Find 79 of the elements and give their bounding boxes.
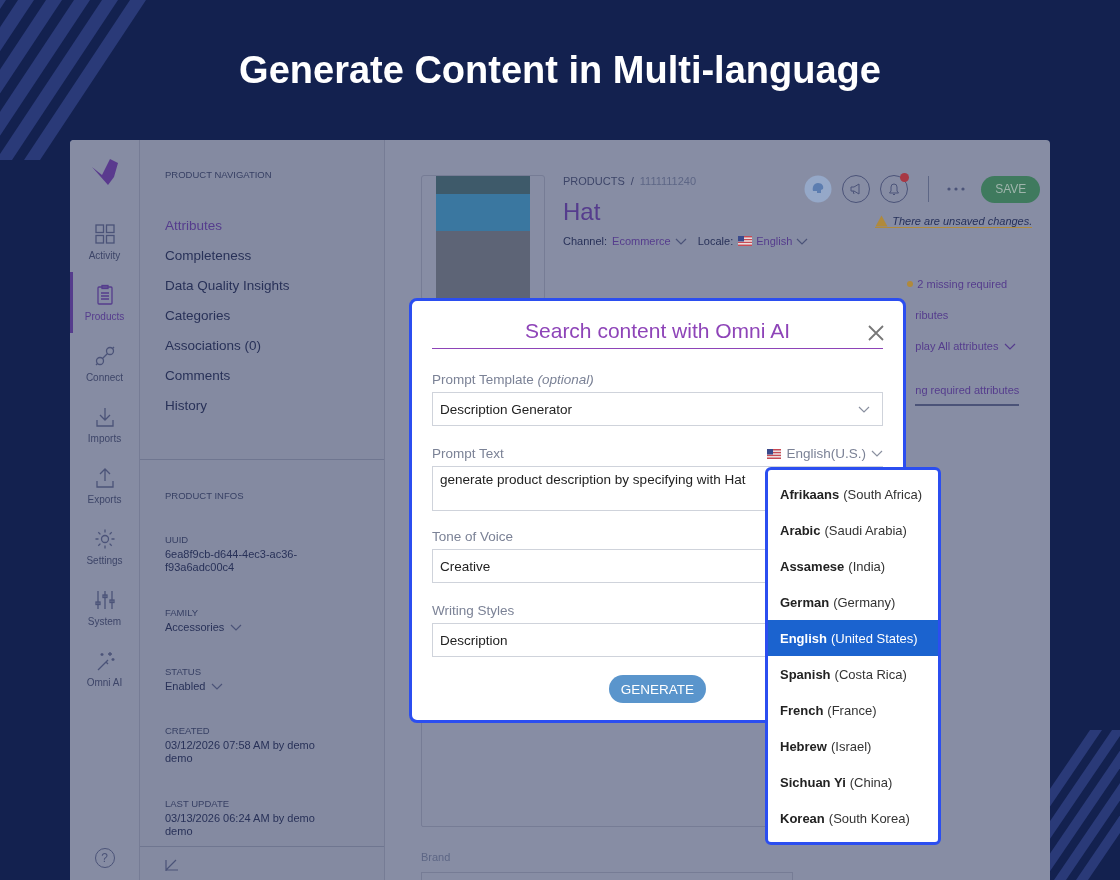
sidebar-item[interactable]: Omni AI [70,638,136,699]
field-label: Locale: [697,235,734,247]
flag-icon [738,236,753,246]
field-label: Tone of Voice [432,529,514,544]
field-label: Prompt Text [432,446,504,461]
sidebar-item[interactable]: Imports [70,394,136,455]
language-option[interactable]: German (Germany) [768,584,938,620]
display-dropdown[interactable]: play All attributes [915,340,1017,352]
megaphone-icon[interactable] [842,175,871,203]
channel-dropdown[interactable]: Ecommerce [612,235,687,247]
sidebar-item[interactable]: Products [70,272,136,333]
field-label: CREATED [165,725,210,736]
warning-message: There are unsaved changes. [892,215,1033,227]
plug-icon [93,344,116,367]
locale-dropdown[interactable]: English [738,235,809,247]
navigation-link[interactable]: Associations (0) [165,331,262,361]
navigation-link[interactable]: Comments [165,361,231,391]
sliders-icon [93,588,116,611]
bell-icon[interactable] [880,175,909,203]
settings-icon [93,527,116,550]
language-option[interactable]: Arabic (Saudi Arabia) [768,512,938,548]
dropdown[interactable]: Accessories [165,621,243,633]
field-label: FAMILY [165,607,199,618]
navigation-link[interactable]: Data Quality Insights [165,271,290,301]
sidebar-item[interactable]: Activity [70,211,136,272]
chevron-down-icon [858,405,870,413]
breadcrumb-separator: / [630,175,634,187]
breadcrumb-link[interactable]: PRODUCTS [563,175,625,187]
download-icon [93,405,116,428]
field-label: UUID [165,534,189,545]
dialog-title: Search content with Omni AI [432,319,883,349]
collapse-icon[interactable] [165,859,181,871]
field-label: Channel: [563,235,608,247]
chevron-down-icon [1004,342,1017,350]
language-selector[interactable]: English(U.S.) [767,446,883,461]
sidebar-item[interactable]: Settings [70,516,136,577]
navigation-link[interactable]: Completeness [165,241,252,271]
generate-button[interactable]: GENERATE [608,675,707,703]
chevron-down-icon [211,682,224,690]
field-value: 03/12/2026 07:58 AM by demo demo [165,739,316,765]
sidebar-item[interactable]: Connect [70,333,136,394]
field-label: LAST UPDATE [165,798,230,809]
navigation-link[interactable]: Categories [165,301,231,331]
section-heading: PRODUCT INFOS [165,490,245,501]
text-link[interactable]: ributes [915,309,949,321]
field-label: Prompt Template (optional) [432,372,594,387]
language-option[interactable]: Spanish (Costa Rica) [768,656,938,692]
chevron-down-icon [871,450,883,457]
missing-link[interactable]: 2 missing required [917,278,1008,290]
field-value: 6ea8f9cb-d644-4ec3-ac36-f93a6adc00c4 [165,548,299,574]
flag-icon [767,448,782,459]
dropdown[interactable]: Enabled [165,680,224,692]
language-option[interactable]: Korean (South Korea) [768,800,938,836]
language-option[interactable]: French (France) [768,692,938,728]
headline: Generate Content in Multi-language [239,47,881,93]
language-option[interactable]: English (United States) [768,620,938,656]
sidebar-item[interactable]: System [70,577,136,638]
product-title: Hat [563,198,601,226]
more-icon[interactable] [947,187,966,191]
grid-icon [93,222,116,245]
language-option[interactable]: Sichuan Yi (China) [768,764,938,800]
save-button[interactable]: SAVE [981,175,1041,203]
upload-icon [93,466,116,489]
field-value: 03/13/2026 06:24 AM by demo demo [165,812,316,838]
status-dot [907,281,914,287]
close-icon[interactable] [868,325,884,341]
field-label: Writing Styles [432,603,515,618]
logo-icon [89,157,120,187]
select-field[interactable]: Description Generator [432,392,883,426]
sidebar-item[interactable]: Exports [70,455,136,516]
chevron-down-icon [674,237,687,245]
filter-tab[interactable]: ng required attributes [915,384,1020,406]
field-label: STATUS [165,666,202,677]
navigation-link[interactable]: History [165,391,207,421]
chevron-down-icon [230,623,243,631]
section-heading: PRODUCT NAVIGATION [165,169,273,180]
navigation-link[interactable]: Attributes [165,211,223,241]
chevron-down-icon [796,237,809,245]
language-option[interactable]: Hebrew (Israel) [768,728,938,764]
